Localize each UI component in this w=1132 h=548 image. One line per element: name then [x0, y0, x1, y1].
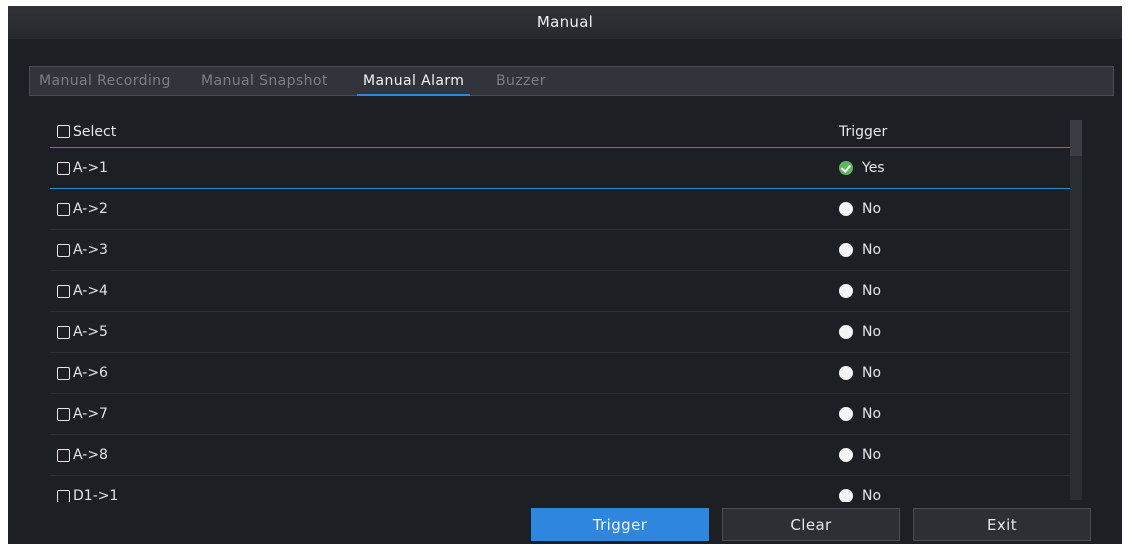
table-row[interactable]: A->2 No: [50, 189, 1070, 230]
tab-manual-recording[interactable]: Manual Recording: [39, 67, 171, 95]
select-all-checkbox-icon[interactable]: [57, 125, 70, 138]
circle-icon: [839, 366, 853, 380]
row-select-cell[interactable]: A->1: [57, 148, 108, 188]
row-checkbox-icon[interactable]: [57, 325, 70, 339]
alarm-output-name: D1->1: [73, 488, 119, 502]
alarm-output-name: A->1: [73, 160, 108, 176]
table-row[interactable]: D1->1 No: [50, 476, 1070, 502]
exit-button[interactable]: Exit: [913, 508, 1091, 541]
row-select-cell[interactable]: A->3: [57, 230, 108, 270]
row-checkbox-icon[interactable]: [57, 407, 70, 421]
alarm-output-name: A->6: [73, 365, 108, 381]
tab-manual-alarm[interactable]: Manual Alarm: [356, 67, 471, 96]
table-header: Select Trigger: [50, 116, 1070, 148]
table-row[interactable]: A->4 No: [50, 271, 1070, 312]
trigger-status: No: [839, 353, 881, 393]
trigger-status-text: Yes: [862, 160, 885, 176]
circle-icon: [839, 489, 853, 502]
trigger-status: No: [839, 394, 881, 434]
trigger-status: No: [839, 476, 881, 502]
trigger-status-text: No: [862, 201, 882, 217]
alarm-output-name: A->3: [73, 242, 108, 258]
trigger-status: No: [839, 230, 881, 270]
alarm-output-name: A->2: [73, 201, 108, 217]
row-select-cell[interactable]: D1->1: [57, 476, 118, 502]
row-checkbox-icon[interactable]: [57, 284, 70, 298]
trigger-status-text: No: [862, 283, 882, 299]
select-column-label: Select: [73, 123, 117, 140]
alarm-output-name: A->8: [73, 447, 108, 463]
row-checkbox-icon[interactable]: [57, 448, 70, 462]
row-checkbox-icon[interactable]: [57, 202, 70, 216]
circle-icon: [839, 448, 853, 462]
row-select-cell[interactable]: A->7: [57, 394, 108, 434]
alarm-output-name: A->5: [73, 324, 108, 340]
circle-icon: [839, 243, 853, 257]
table-row[interactable]: A->8 No: [50, 435, 1070, 476]
row-select-cell[interactable]: A->8: [57, 435, 108, 475]
trigger-button[interactable]: Trigger: [531, 508, 709, 541]
row-select-cell[interactable]: A->4: [57, 271, 108, 311]
trigger-status-text: No: [862, 488, 882, 502]
alarm-output-table: Select Trigger A->1 Yes A->2 No A->3 No …: [50, 116, 1080, 502]
trigger-status-text: No: [862, 242, 882, 258]
trigger-status-text: No: [862, 365, 882, 381]
table-row[interactable]: A->7 No: [50, 394, 1070, 435]
row-select-cell[interactable]: A->2: [57, 189, 108, 229]
trigger-status: No: [839, 271, 881, 311]
row-checkbox-icon[interactable]: [57, 489, 70, 502]
scrollbar-thumb[interactable]: [1070, 120, 1082, 156]
alarm-output-name: A->7: [73, 406, 108, 422]
trigger-status: No: [839, 189, 881, 229]
circle-icon: [839, 284, 853, 298]
trigger-status-text: No: [862, 406, 882, 422]
dialog-title: Manual: [8, 6, 1122, 39]
manual-dialog: Manual Manual Recording Manual Snapshot …: [8, 6, 1122, 544]
clear-button[interactable]: Clear: [722, 508, 900, 541]
tab-manual-snapshot[interactable]: Manual Snapshot: [201, 67, 328, 95]
alarm-output-name: A->4: [73, 283, 108, 299]
trigger-status: No: [839, 435, 881, 475]
row-checkbox-icon[interactable]: [57, 366, 70, 380]
trigger-status-text: No: [862, 324, 882, 340]
row-checkbox-icon[interactable]: [57, 161, 70, 175]
table-scrollbar[interactable]: [1070, 120, 1082, 500]
table-row[interactable]: A->5 No: [50, 312, 1070, 353]
trigger-status: No: [839, 312, 881, 352]
circle-icon: [839, 325, 853, 339]
circle-icon: [839, 202, 853, 216]
trigger-column-label: Trigger: [839, 123, 888, 140]
trigger-column-header: Trigger: [839, 116, 887, 147]
table-row[interactable]: A->6 No: [50, 353, 1070, 394]
row-select-cell[interactable]: A->6: [57, 353, 108, 393]
table-row[interactable]: A->1 Yes: [50, 148, 1070, 189]
select-all-cell[interactable]: Select: [57, 116, 116, 147]
tab-bar: Manual Recording Manual Snapshot Manual …: [29, 66, 1114, 96]
tab-buzzer[interactable]: Buzzer: [496, 67, 546, 95]
circle-icon: [839, 407, 853, 421]
trigger-status-text: No: [862, 447, 882, 463]
row-select-cell[interactable]: A->5: [57, 312, 108, 352]
check-circle-icon: [839, 161, 853, 175]
table-row[interactable]: A->3 No: [50, 230, 1070, 271]
trigger-status: Yes: [839, 148, 885, 188]
row-checkbox-icon[interactable]: [57, 243, 70, 257]
